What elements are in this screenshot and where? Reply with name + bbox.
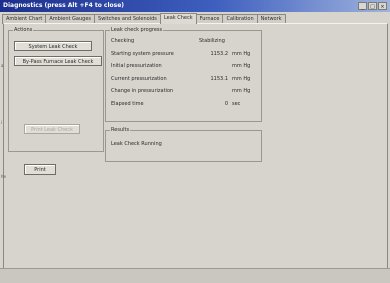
tab-leak-check[interactable]: Leak Check [159, 13, 197, 24]
current-pressurization-value: 1153.1 [210, 76, 229, 82]
close-button[interactable]: × [378, 2, 387, 10]
print-button[interactable]: Print [24, 164, 56, 175]
taskbar [0, 268, 390, 283]
actions-legend: Actions [13, 27, 34, 33]
change-pressurization-label: Change in pressurization [111, 88, 174, 94]
results-group: Results Leak Check Running [105, 127, 262, 162]
elapsed-time-value: 0 [224, 101, 228, 107]
window-title: Diagnostics (press Alt +F4 to close) [3, 2, 125, 9]
checking-label: Checking [111, 38, 135, 44]
current-pressurization-label: Current pressurization [111, 76, 167, 82]
change-pressurization-unit: mm Hg [232, 88, 251, 94]
print-leak-check-button[interactable]: Print Leak Check [24, 124, 80, 134]
elapsed-time-label: Elapsed time [111, 101, 144, 107]
initial-pressurization-label: Initial pressurization [111, 63, 162, 69]
results-text: Leak Check Running [111, 141, 162, 147]
side-marker-a: a [1, 63, 4, 68]
elapsed-time-unit: sec [232, 101, 241, 107]
diagnostics-window: Diagnostics (press Alt +F4 to close) _ □… [0, 0, 390, 270]
side-marker-i: i [1, 120, 3, 125]
side-marker-he: he [1, 174, 6, 179]
title-bar: Diagnostics (press Alt +F4 to close) _ □… [0, 0, 390, 12]
starting-pressure-value: 1153.2 [210, 51, 229, 57]
leak-check-panel: Actions System Leak Check By-Pass Furnac… [3, 23, 388, 270]
starting-pressure-label: Starting system pressure [111, 51, 174, 57]
results-legend: Results [110, 127, 131, 133]
current-pressurization-unit: mm Hg [232, 76, 251, 82]
actions-group: Actions System Leak Check By-Pass Furnac… [8, 27, 104, 152]
system-leak-check-button[interactable]: System Leak Check [14, 41, 92, 51]
leak-check-progress-group: Leak check progress Checking Stabilizing… [105, 27, 262, 122]
bypass-furnace-leak-check-button[interactable]: By-Pass Furnace Leak Check [14, 56, 102, 66]
maximize-button[interactable]: □ [368, 2, 377, 10]
progress-legend: Leak check progress [110, 27, 164, 33]
starting-pressure-unit: mm Hg [232, 51, 251, 57]
initial-pressurization-unit: mm Hg [232, 63, 251, 69]
minimize-button[interactable]: _ [358, 2, 367, 10]
checking-value: Stabilizing [199, 38, 225, 44]
